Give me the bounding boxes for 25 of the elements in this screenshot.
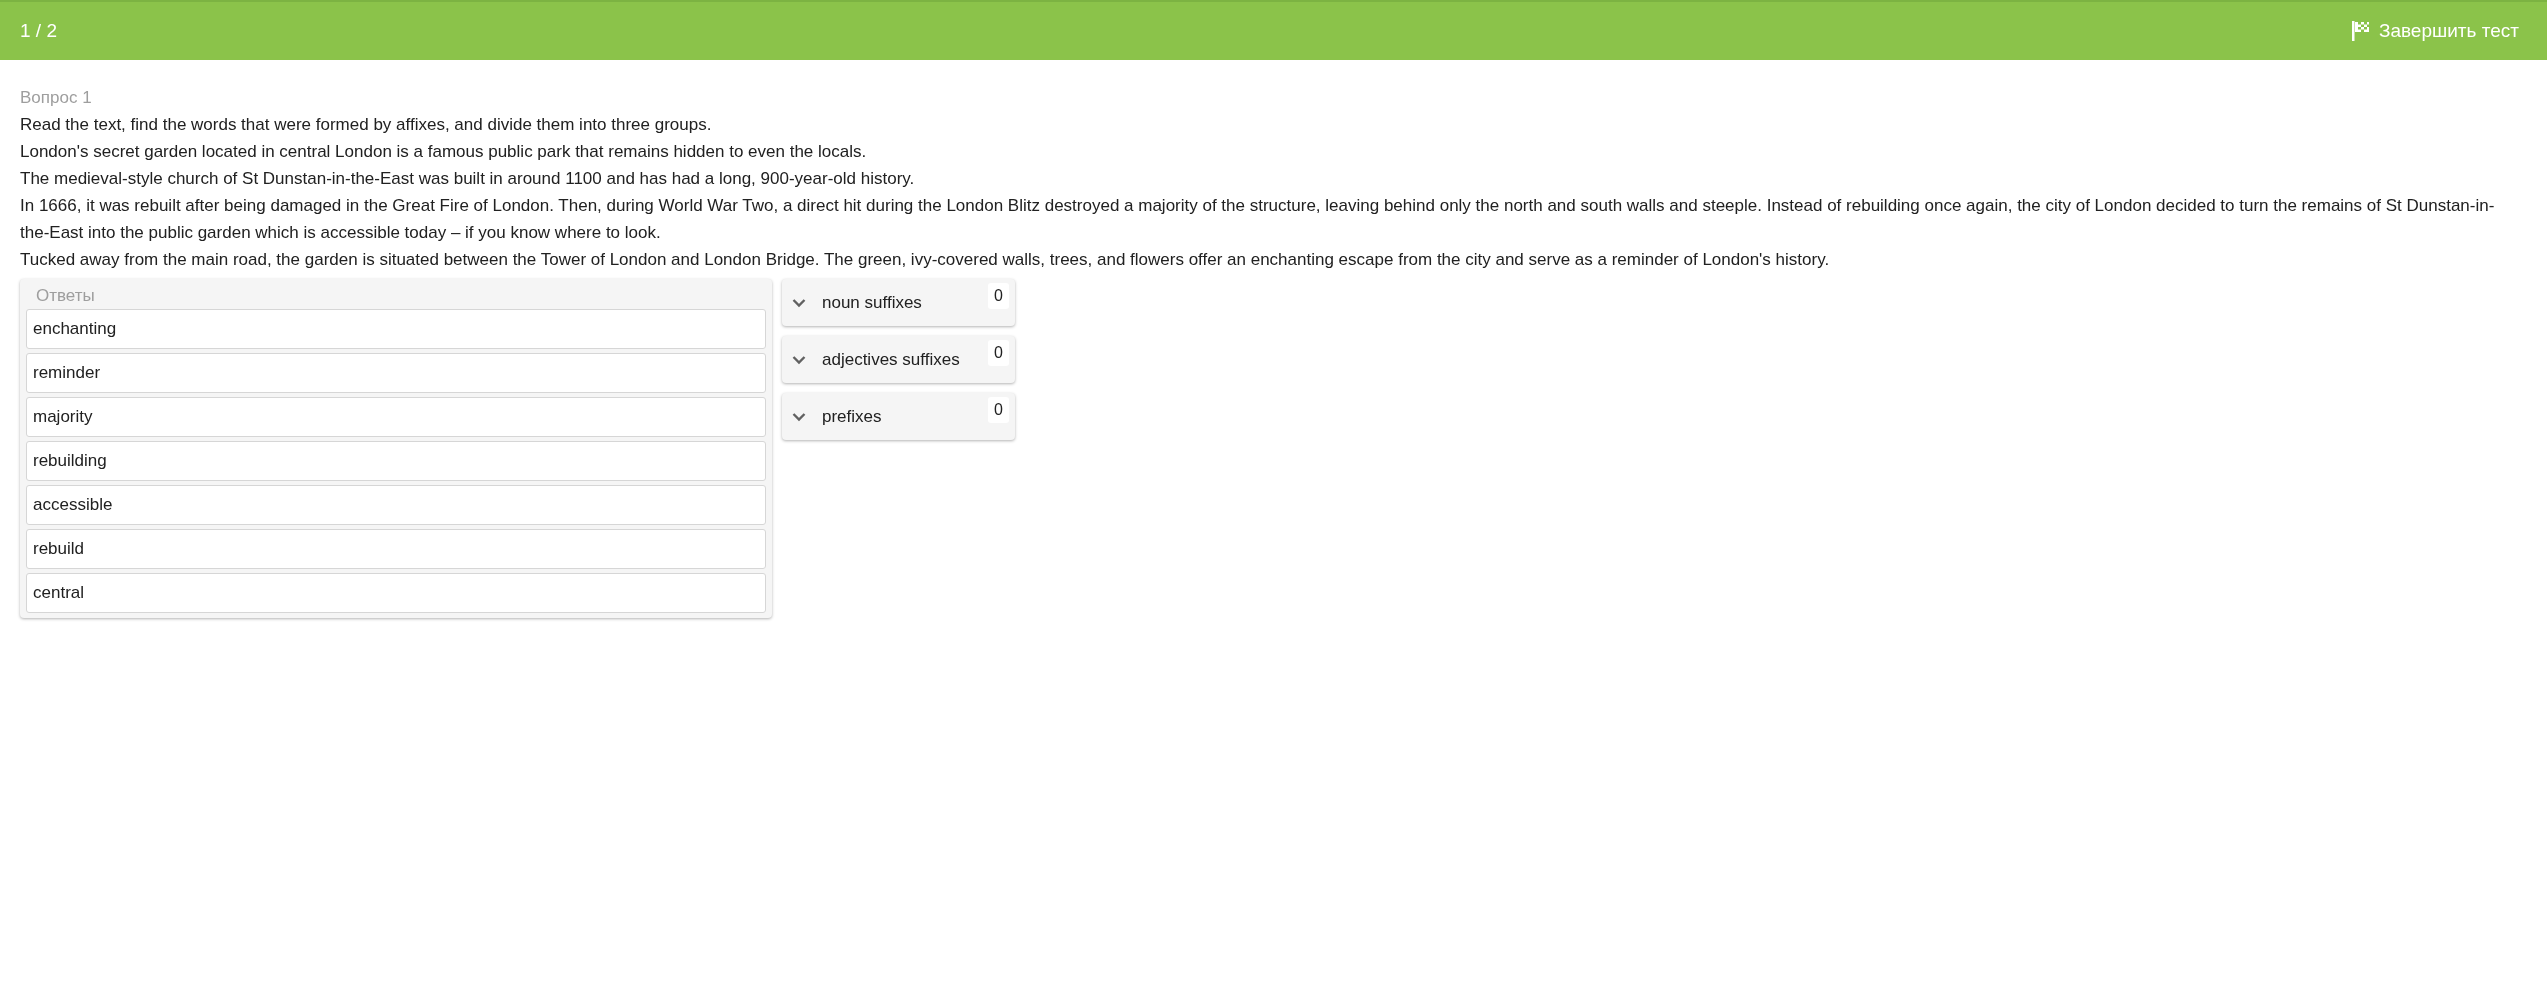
answer-chip[interactable]: rebuild [26, 529, 766, 569]
count-badge: 0 [988, 283, 1009, 309]
question-text: Tucked away from the main road, the garden is situated between the Tower of London and London Bridge. The green, ivy-covered walls, trees, and flowers offer an enchanting escape from the city and serve as a reminder of London's history. [20, 249, 1831, 271]
count-badge: 0 [988, 397, 1009, 423]
question-text: London's secret garden located in central London is a famous public park that remains hidden to even the locals. [20, 141, 868, 163]
group-header[interactable]: adjectives suffixes 0 [782, 336, 1015, 383]
answer-chip[interactable]: enchanting [26, 309, 766, 349]
question-text: The medieval-style church of St Dunstan-in-the-East was built in around 1100 and has had a long, 900-year-old history. [20, 168, 916, 190]
answer-chip[interactable]: central [26, 573, 766, 613]
count-badge: 0 [988, 340, 1009, 366]
question-label: Вопрос 1 [20, 87, 93, 109]
chevron-icon [792, 354, 806, 365]
chevron-icon [792, 297, 806, 308]
progress-counter: 1 / 2 [20, 18, 57, 43]
group-header[interactable]: noun suffixes 0 [782, 279, 1015, 326]
flag-icon [2350, 20, 2371, 42]
group-header[interactable]: prefixes 0 [782, 393, 1015, 440]
chevron-icon [792, 411, 806, 422]
answer-chip[interactable]: accessible [26, 485, 766, 525]
answer-chip[interactable]: rebuilding [26, 441, 766, 481]
answer-chip[interactable]: reminder [26, 353, 766, 393]
answers-title: Ответы [35, 285, 96, 307]
question-text: In 1666, it was rebuilt after being damaged in the Great Fire of London. Then, during World War Two, a direct hit during the London Blitz destroyed a majority of the structure, leaving behind only the north and south walls and steeple. Instead of rebuilding once again, the city of London decided to turn the remains of St Dunstan-in-the-East into the public garden which is accessible today – if you know where to look. [20, 195, 2496, 244]
answer-chip[interactable]: majority [26, 397, 766, 437]
question-text: Read the text, find the words that were formed by affixes, and divide them into three groups. [20, 114, 713, 136]
